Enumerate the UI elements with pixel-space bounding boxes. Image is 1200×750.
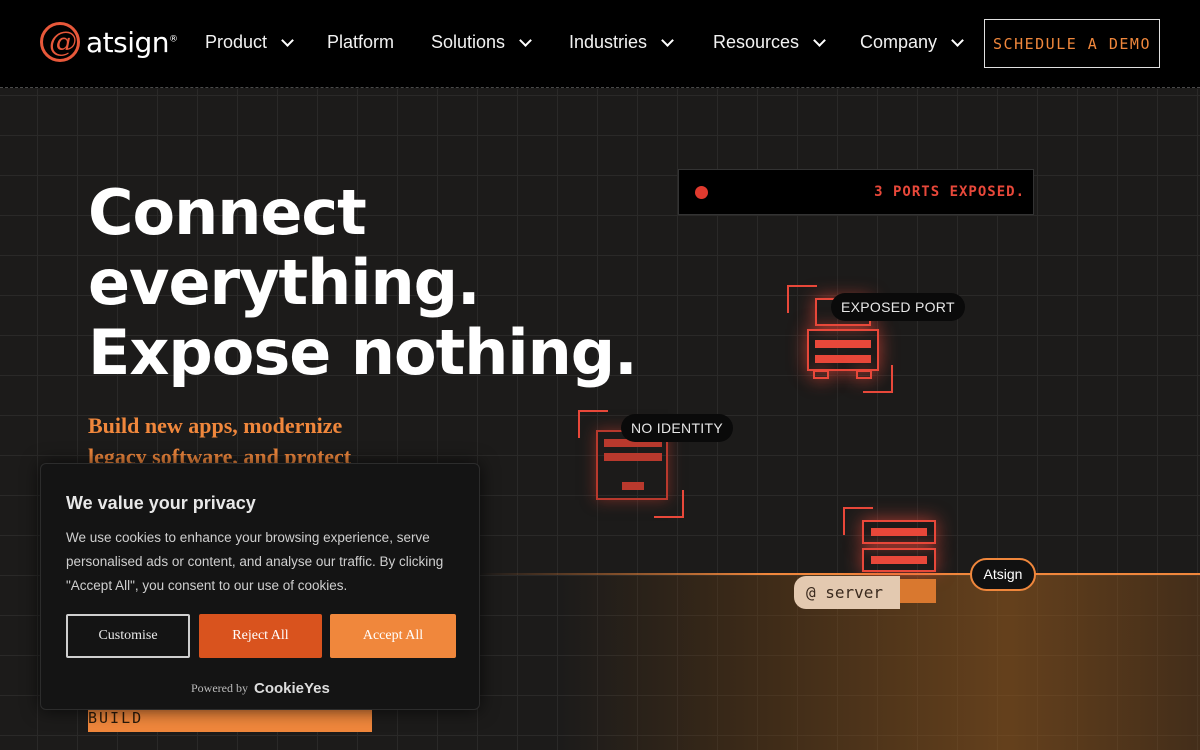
chevron-down-icon (519, 33, 532, 47)
nav-company[interactable]: Company (860, 32, 964, 53)
ports-status-bar: 3 PORTS EXPOSED. (678, 169, 1034, 215)
nav-platform[interactable]: Platform (327, 32, 394, 53)
at-logo-icon: @ (40, 22, 80, 62)
floor-line (480, 573, 1200, 575)
cookie-banner: We value your privacy We use cookies to … (40, 463, 480, 710)
server-tag: @ server (794, 576, 900, 609)
server-icon (862, 520, 936, 544)
nav-solutions[interactable]: Solutions (431, 32, 532, 53)
server-tag-tail (900, 579, 936, 603)
cookieyes-logo: CookieYes (254, 680, 330, 697)
nav-product[interactable]: Product (205, 32, 294, 53)
cookie-text: We use cookies to enhance your browsing … (66, 530, 444, 593)
server-icon (862, 548, 936, 572)
site-header: @ atsign® Product Platform Solutions Ind… (0, 0, 1200, 88)
customise-button[interactable]: Customise (66, 614, 190, 658)
reject-all-button[interactable]: Reject All (199, 614, 322, 658)
chevron-down-icon (813, 33, 826, 47)
hero-title-line: Expose nothing. (88, 316, 638, 389)
hero-title-line: Connect (88, 176, 367, 249)
chevron-down-icon (951, 33, 964, 47)
bracket-decoration (787, 285, 817, 313)
server-foot (813, 370, 829, 379)
cookie-title: We value your privacy (66, 493, 256, 513)
no-identity-label: NO IDENTITY (621, 414, 733, 442)
hero-title-line: everything. (88, 246, 481, 319)
atsign-label: Atsign (970, 558, 1036, 591)
schedule-demo-button[interactable]: SCHEDULE A DEMO (984, 19, 1160, 68)
chevron-down-icon (661, 33, 674, 47)
powered-by-text: Powered by (191, 681, 248, 695)
nav-resources[interactable]: Resources (713, 32, 826, 53)
nav-industries[interactable]: Industries (569, 32, 674, 53)
chevron-down-icon (281, 33, 294, 47)
hero-title: Connect everything. Expose nothing. (88, 178, 648, 388)
bracket-decoration (654, 490, 684, 518)
alert-dot-icon (695, 186, 708, 199)
powered-by[interactable]: Powered by CookieYes (191, 680, 330, 697)
accept-all-button[interactable]: Accept All (330, 614, 456, 658)
ports-status-text: 3 PORTS EXPOSED. (874, 184, 1025, 200)
exposed-port-label: EXPOSED PORT (831, 293, 965, 321)
atsign-logo[interactable]: @ atsign® (40, 22, 178, 62)
logo-text: atsign® (86, 25, 178, 59)
bracket-decoration (863, 365, 893, 393)
